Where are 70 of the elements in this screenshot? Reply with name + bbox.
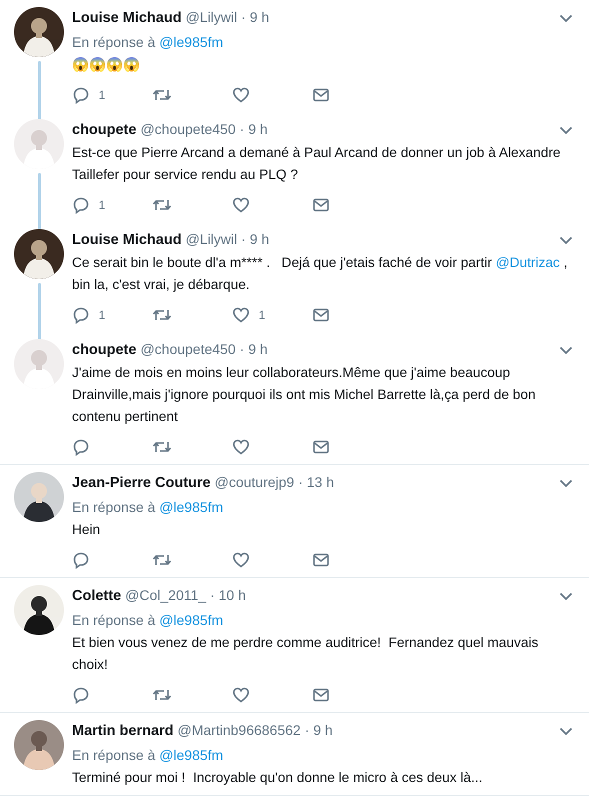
- envelope-icon: [312, 438, 330, 456]
- chevron-down-icon[interactable]: [559, 727, 573, 736]
- tweet-time: · 13 h: [298, 473, 334, 492]
- action-count: 1: [258, 307, 266, 324]
- tweet-text: J'aime de mois en moins leur collaborateurs.Même que j'aime beaucoup Drainville,mais j'ignore pourquoi ils ont mis Michel Barrette là,ça perd de bon contenu pertinent: [72, 364, 537, 426]
- chevron-down-icon[interactable]: [559, 236, 573, 245]
- tweet-text: Et bien vous venez de me perdre comme auditrice! Fernandez quel mauvais choix!: [72, 634, 540, 674]
- reply-icon: [72, 686, 90, 704]
- mention-link[interactable]: @le985fm: [159, 747, 224, 763]
- heart-icon: [232, 86, 250, 104]
- chevron-down-icon[interactable]: [559, 126, 573, 135]
- author-name[interactable]: Martin bernard: [72, 721, 174, 741]
- chevron-down-icon[interactable]: [559, 14, 573, 23]
- reply-icon: [72, 551, 90, 569]
- heart-icon: [232, 686, 250, 704]
- tweet-time: · 9 h: [240, 340, 268, 359]
- reply-label: En réponse à: [72, 747, 156, 763]
- reply-label: En réponse à: [72, 612, 156, 628]
- author-handle: @couturejp9: [214, 473, 294, 492]
- author-handle: @choupete450: [140, 340, 236, 359]
- action-count: 1: [98, 87, 106, 104]
- chevron-down-icon[interactable]: [559, 479, 573, 488]
- author-handle: @Lilywil: [186, 230, 238, 249]
- reply-icon: [72, 196, 90, 214]
- reply-label: En réponse à: [72, 34, 156, 50]
- tweet-text: Terminé pour moi ! Incroyable qu'on donne le micro à ces deux là...: [72, 769, 484, 787]
- like-button[interactable]: 1: [232, 306, 312, 324]
- reply-button[interactable]: 1: [72, 196, 152, 214]
- mention-link[interactable]: @Dutrizac: [496, 255, 560, 270]
- heart-icon: [232, 306, 250, 324]
- envelope-icon: [312, 86, 330, 104]
- author-name[interactable]: choupete: [72, 120, 136, 140]
- envelope-icon: [312, 196, 330, 214]
- heart-icon: [232, 196, 250, 214]
- author-name[interactable]: Colette: [72, 586, 122, 606]
- reply-button[interactable]: 1: [72, 86, 152, 104]
- heart-icon: [232, 551, 250, 569]
- author-name[interactable]: Louise Michaud: [72, 230, 182, 250]
- envelope-icon: [312, 551, 330, 569]
- author-handle: @Lilywil: [186, 8, 238, 27]
- reply-label: En réponse à: [72, 499, 156, 515]
- action-count: 1: [98, 307, 106, 324]
- author-handle: @Col_2011_: [125, 586, 206, 605]
- tweet-time: · 10 h: [210, 586, 246, 605]
- mention-link[interactable]: @le985fm: [159, 499, 224, 515]
- reply-icon: [72, 438, 90, 456]
- author-handle: @Martinb96686562: [178, 721, 301, 740]
- chevron-down-icon[interactable]: [559, 346, 573, 355]
- tweet-time: · 9 h: [304, 721, 333, 740]
- reply-icon: [72, 306, 90, 324]
- chevron-down-icon[interactable]: [559, 592, 573, 601]
- action-count: 1: [98, 197, 106, 214]
- author-handle: @choupete450: [140, 120, 236, 139]
- author-name[interactable]: Louise Michaud: [72, 8, 182, 28]
- tweet-text: Hein: [72, 521, 102, 539]
- mention-link[interactable]: @le985fm: [159, 34, 224, 50]
- author-name[interactable]: choupete: [72, 340, 136, 360]
- tweet-time: · 9 h: [241, 8, 270, 27]
- mention-link[interactable]: @le985fm: [159, 612, 224, 628]
- tweet-text: 😱😱😱😱: [72, 56, 141, 74]
- reply-icon: [72, 86, 90, 104]
- reply-button[interactable]: 1: [72, 306, 152, 324]
- tweet-time: · 9 h: [240, 120, 268, 139]
- heart-icon: [232, 438, 250, 456]
- envelope-icon: [312, 686, 330, 704]
- tweet-text: Ce serait bin le boute dl'a m**** . Dejá que j'etais faché de voir partir @Dutrizac , bin la, c'est vrai, je débarque.: [72, 254, 568, 294]
- envelope-icon: [312, 306, 330, 324]
- author-name[interactable]: Jean-Pierre Couture: [72, 473, 211, 493]
- tweet-time: · 9 h: [241, 230, 270, 249]
- tweet-text: Est-ce que Pierre Arcand a demané à Paul Arcand de donner un job à Alexandre Taillefer pour service rendu au PLQ ?: [72, 144, 562, 184]
